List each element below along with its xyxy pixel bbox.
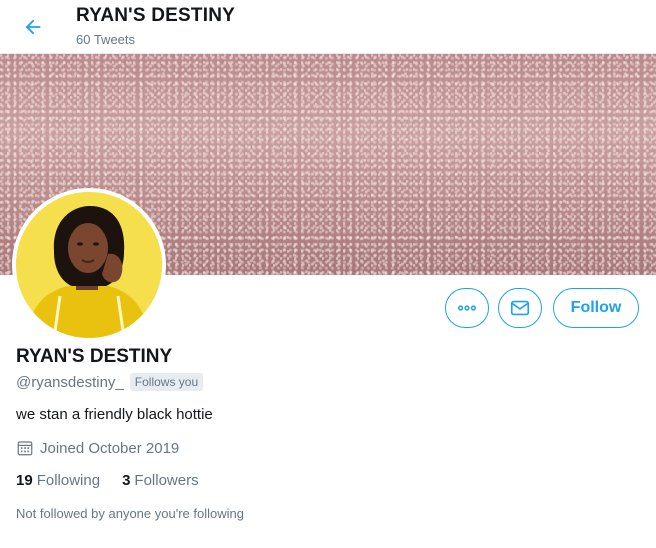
joined-date: Joined October 2019 [16, 439, 179, 457]
more-button[interactable] [445, 288, 489, 328]
following-label: Following [36, 472, 101, 489]
follows-you-badge: Follows you [129, 373, 204, 391]
followers-count: 3 [122, 472, 131, 489]
follow-button[interactable]: Follow [553, 288, 639, 328]
message-button[interactable] [498, 288, 542, 328]
calendar-icon [17, 441, 33, 456]
handle-row: @ryansdestiny_ Follows you [16, 373, 204, 391]
profile-bio: we stan a friendly black hottie [16, 406, 213, 423]
avatar-photo [16, 192, 162, 338]
tweet-count: 60 Tweets [76, 32, 136, 47]
joined-text: Joined October 2019 [40, 439, 180, 457]
back-button[interactable] [14, 8, 52, 46]
following-link[interactable]: 19 Following [16, 472, 100, 489]
followers-label: Followers [134, 472, 199, 489]
header-title: RYAN'S DESTINY [76, 5, 236, 26]
profile-handle: @ryansdestiny_ [16, 373, 124, 391]
following-count: 19 [16, 472, 33, 489]
follow-stats: 19 Following 3 Followers [16, 472, 221, 489]
avatar[interactable] [12, 188, 166, 342]
profile-name: RYAN'S DESTINY [16, 346, 173, 367]
arrow-left-icon [25, 19, 41, 35]
mutual-followers-note: Not followed by anyone you're following [16, 506, 244, 521]
more-icon [458, 305, 476, 311]
envelope-icon [510, 300, 530, 316]
profile-page: RYAN'S DESTINY 60 Tweets Follow RYAN'S D… [0, 0, 656, 548]
profile-header: RYAN'S DESTINY 60 Tweets [0, 0, 656, 54]
followers-link[interactable]: 3 Followers [122, 472, 199, 489]
